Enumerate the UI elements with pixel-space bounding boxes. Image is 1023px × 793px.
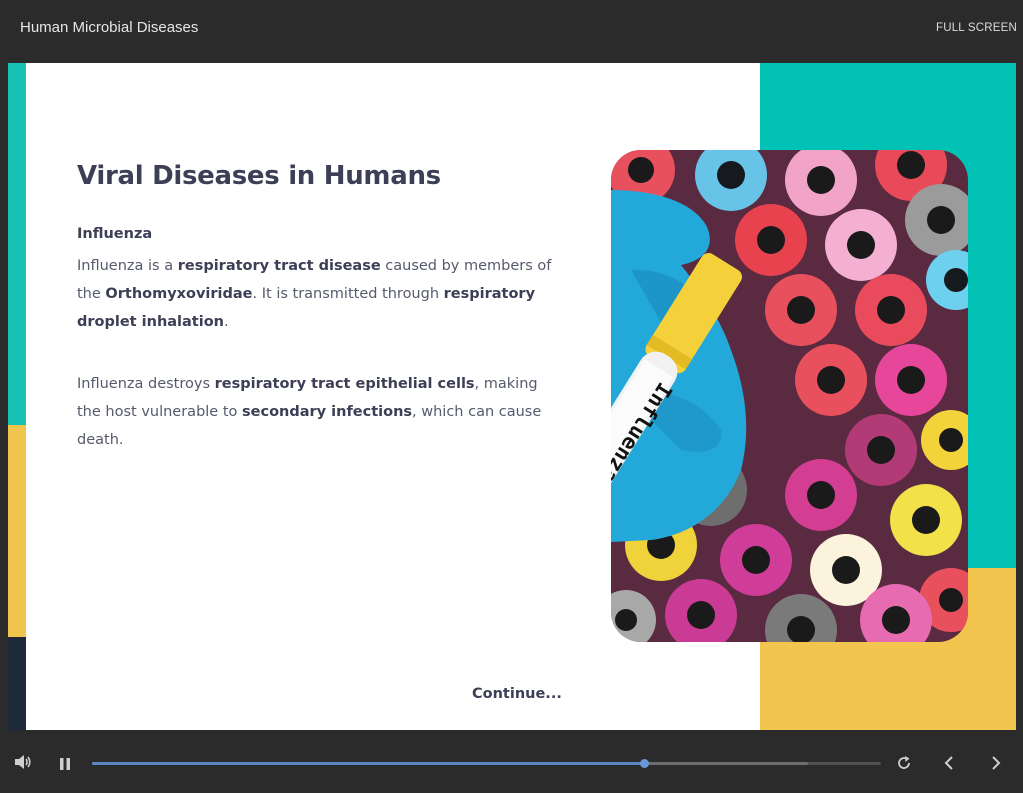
previous-icon[interactable] <box>943 755 955 775</box>
slide-heading: Viral Diseases in Humans <box>77 161 441 191</box>
next-icon[interactable] <box>990 755 1002 775</box>
progress-handle[interactable] <box>640 759 650 768</box>
text-span: . <box>224 314 229 330</box>
progress-fill <box>92 762 645 765</box>
paragraph-transmission: Influenza is a respiratory tract disease… <box>77 252 557 336</box>
continue-link[interactable]: Continue... <box>472 686 562 702</box>
progress-bar[interactable] <box>92 759 881 768</box>
volume-icon[interactable] <box>14 754 32 774</box>
replay-icon[interactable] <box>896 755 912 775</box>
decor-strip-teal <box>8 63 26 425</box>
emphasis-text: respiratory tract disease <box>177 258 381 274</box>
paragraph-effects: Influenza destroys respiratory tract epi… <box>77 370 557 454</box>
text-span: Influenza is a <box>77 258 178 274</box>
emphasis-text: respiratory tract epithelial cells <box>214 376 475 392</box>
fullscreen-button[interactable]: FULL SCREEN <box>936 22 1017 34</box>
tube-photo-graphic: Influenza: - + <box>611 150 968 642</box>
emphasis-text: Orthomyxoviridae <box>105 286 253 302</box>
text-span: . It is transmitted through <box>252 286 444 302</box>
decor-strip-navy <box>8 637 26 730</box>
slide-stage: Viral Diseases in Humans Influenza Influ… <box>8 63 1016 730</box>
emphasis-text: secondary infections <box>242 404 413 420</box>
player-controls <box>0 730 1023 793</box>
top-bar: Human Microbial Diseases FULL SCREEN <box>0 0 1023 63</box>
decor-strip-yellow <box>8 425 26 637</box>
course-title: Human Microbial Diseases <box>20 19 199 36</box>
pause-icon[interactable] <box>59 756 71 775</box>
text-span: Influenza destroys <box>77 376 215 392</box>
influenza-test-tube-photo: Influenza: - + <box>611 150 968 642</box>
section-subheading: Influenza <box>77 226 153 242</box>
